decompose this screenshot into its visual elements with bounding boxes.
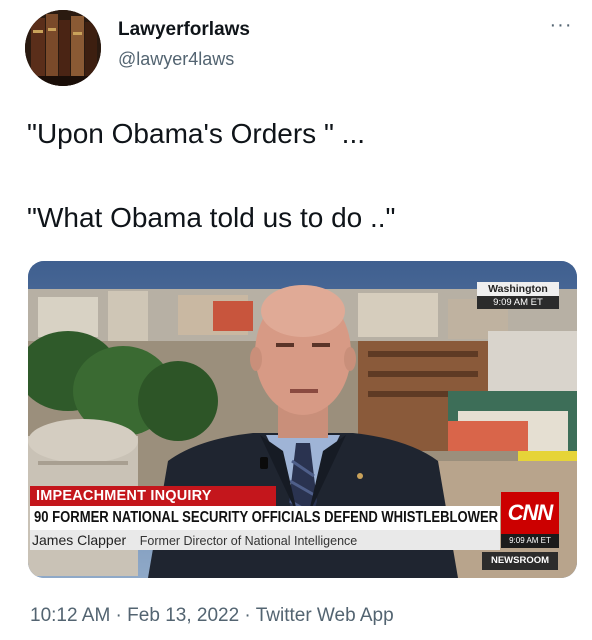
chyron-person-title: Former Director of National Intelligence [139,534,358,548]
network-time: 9:09 AM ET [501,534,559,548]
show-name: NEWSROOM [482,552,558,570]
network-logo: CNN [501,492,559,534]
display-name[interactable]: Lawyerforlaws [118,19,250,41]
chyron-headline-text: 90 FORMER NATIONAL SECURITY OFFICIALS DE… [34,509,499,526]
tweet-text-line-2: "What Obama told us to do .." [27,202,396,233]
tweet-date[interactable]: Feb 13, 2022 [127,605,239,626]
chyron-tag: IMPEACHMENT INQUIRY [30,486,276,506]
more-options-button[interactable]: ··· [547,14,575,38]
user-handle[interactable]: @lawyer4laws [118,49,234,70]
tweet-source: Twitter Web App [255,605,394,626]
chyron-subtitle: James Clapper Former Director of Nationa… [30,530,500,550]
broadcast-dateline-time: 9:09 AM ET [477,296,559,309]
avatar[interactable] [25,10,101,86]
tweet-text-line-1: "Upon Obama's Orders " ... [27,118,366,149]
meta-separator: · [239,605,256,626]
tweet-time[interactable]: 10:12 AM [30,605,110,626]
meta-separator: · [110,605,128,626]
chyron-headline: 90 FORMER NATIONAL SECURITY OFFICIALS DE… [30,506,500,530]
tweet-metadata: 10:12 AM · Feb 13, 2022 · Twitter Web Ap… [30,605,394,627]
chyron-person-name: James Clapper [32,532,127,548]
broadcast-dateline-city: Washington [477,282,559,296]
bookshelf-avatar-icon [25,10,101,86]
